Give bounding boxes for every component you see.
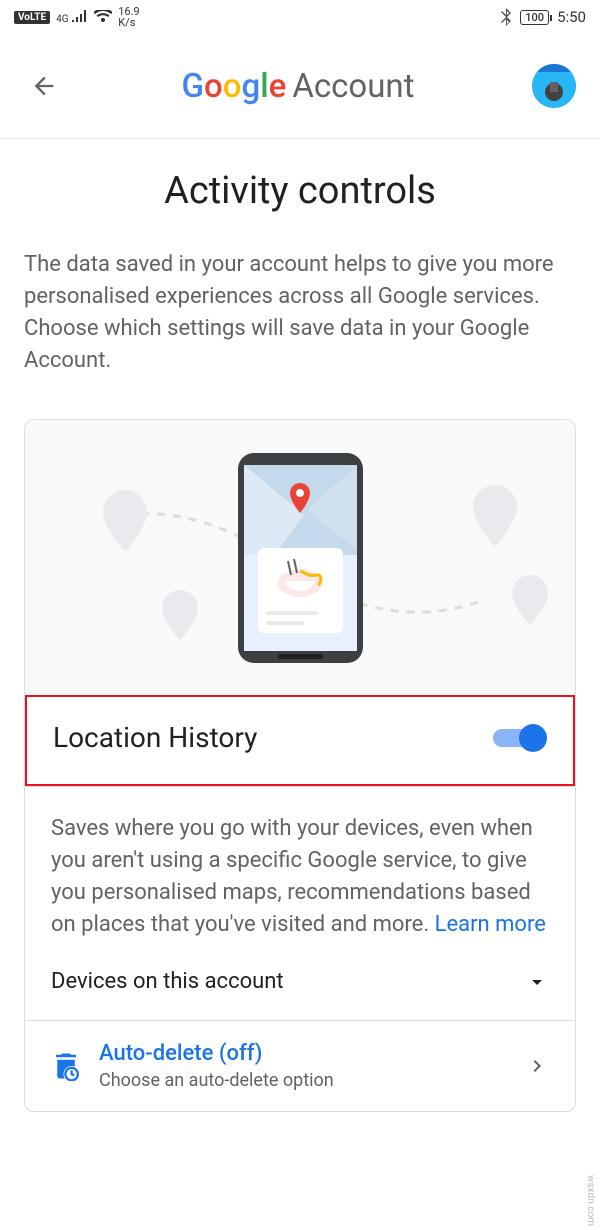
chevron-down-icon	[525, 970, 549, 994]
watermark: wsxdn.com	[585, 1175, 596, 1226]
network-speed: 16.9 K/s	[118, 6, 139, 28]
page-description: The data saved in your account helps to …	[24, 249, 576, 377]
auto-delete-text: Auto-delete (off) Choose an auto-delete …	[99, 1041, 507, 1091]
card-illustration	[25, 420, 575, 695]
volte-indicator: VoLTE	[14, 11, 50, 24]
auto-delete-row[interactable]: Auto-delete (off) Choose an auto-delete …	[25, 1020, 575, 1111]
map-pin-icon	[512, 575, 548, 625]
status-left: VoLTE 4G 16.9 K/s	[14, 6, 140, 28]
location-history-description-section: Saves where you go with your devices, ev…	[25, 786, 575, 1020]
location-history-description: Saves where you go with your devices, ev…	[51, 813, 549, 941]
network-type: 4G	[56, 8, 88, 26]
map-pin-icon	[162, 590, 198, 640]
map-pin-icon	[103, 490, 147, 552]
auto-delete-icon	[51, 1051, 81, 1081]
map-pin-icon	[473, 485, 517, 547]
location-history-card: Location History Saves where you go with…	[24, 419, 576, 1112]
chevron-right-icon	[525, 1054, 549, 1078]
auto-delete-subtitle: Choose an auto-delete option	[99, 1070, 507, 1091]
signal-icon	[72, 10, 88, 22]
location-history-label: Location History	[53, 721, 257, 754]
learn-more-link[interactable]: Learn more	[435, 912, 546, 937]
devices-on-account-row[interactable]: Devices on this account	[51, 969, 549, 994]
location-history-toggle-row: Location History	[24, 694, 576, 787]
user-avatar[interactable]	[532, 64, 576, 108]
location-history-toggle[interactable]	[493, 723, 547, 753]
back-button[interactable]	[24, 66, 64, 106]
auto-delete-title: Auto-delete (off)	[99, 1041, 507, 1066]
battery-indicator: 100	[520, 10, 549, 25]
status-bar: VoLTE 4G 16.9 K/s 100 5:50	[0, 0, 600, 34]
account-label: Account	[292, 67, 414, 106]
arrow-left-icon	[30, 72, 58, 100]
wifi-icon	[94, 10, 112, 24]
page-title: Activity controls	[24, 169, 576, 213]
clock: 5:50	[557, 8, 586, 26]
main-content: Activity controls The data saved in your…	[0, 139, 600, 1112]
app-bar: Google Account	[0, 34, 600, 139]
page-logo-title: Google Account	[182, 67, 415, 106]
bluetooth-icon	[500, 8, 512, 26]
google-logo: Google	[182, 67, 287, 106]
phone-illustration-icon	[238, 453, 363, 663]
devices-label: Devices on this account	[51, 969, 284, 994]
status-right: 100 5:50	[500, 8, 586, 26]
